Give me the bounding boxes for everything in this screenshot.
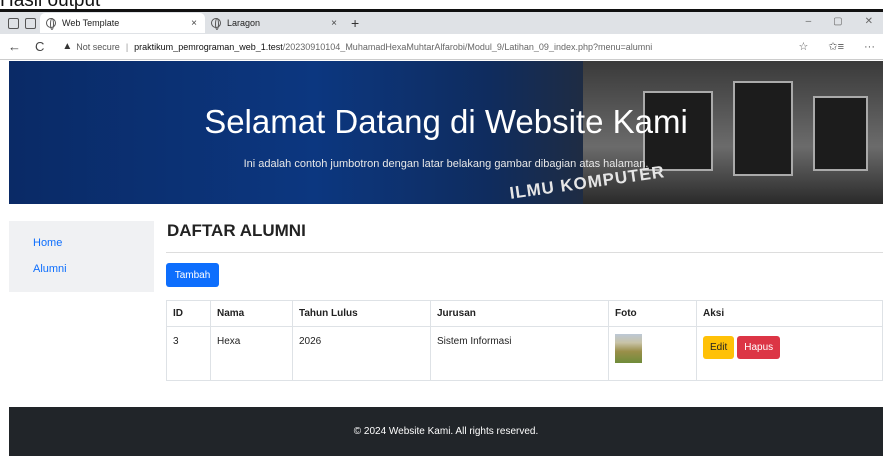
column-header: Aksi [696, 300, 883, 327]
more-icon[interactable]: ··· [864, 41, 875, 53]
cell-jurusan: Sistem Informasi [430, 326, 609, 381]
address-bar: ← C ▲ Not secure | praktikum_pemrograman… [0, 34, 883, 60]
favorites-list-icon[interactable]: ✩≡ [828, 40, 844, 53]
column-header: Foto [608, 300, 697, 327]
column-header: Tahun Lulus [292, 300, 431, 327]
globe-icon [211, 18, 221, 30]
alumni-photo [615, 334, 642, 363]
column-header: Jurusan [430, 300, 609, 327]
page-title: DAFTAR ALUMNI [167, 221, 306, 240]
url-host: praktikum_pemrograman_web_1.test [134, 41, 283, 52]
edit-button[interactable]: Edit [703, 336, 735, 359]
refresh-icon[interactable]: C [35, 39, 44, 54]
table-header-row: ID Nama Tahun Lulus Jurusan Foto Aksi [166, 300, 883, 327]
app-icons [8, 17, 36, 29]
new-tab-button[interactable]: + [351, 15, 359, 31]
favorite-icon[interactable]: ☆ [798, 40, 808, 53]
column-header: ID [166, 300, 211, 327]
profile-icon[interactable] [8, 17, 19, 29]
tab-title: Web Template [62, 18, 120, 28]
divider: | [125, 41, 129, 52]
sidebar: Home Alumni [9, 221, 154, 292]
close-tab-icon[interactable]: × [191, 18, 197, 29]
not-secure-label[interactable]: Not secure [76, 42, 120, 52]
table-row: 3 Hexa 2026 Sistem Informasi Edit Hapus [166, 326, 883, 381]
maximize-icon[interactable]: ▢ [833, 16, 842, 27]
browser-tab-bar: Web Template × Laragon × + – ▢ ✕ [0, 12, 883, 34]
hero-subtitle: Ini adalah contoh jumbotron dengan latar… [243, 158, 649, 170]
cell-aksi: Edit Hapus [696, 326, 883, 381]
tab-laragon[interactable]: Laragon × [205, 13, 345, 33]
close-window-icon[interactable]: ✕ [865, 16, 873, 27]
globe-icon [46, 18, 56, 30]
jumbotron: ILMU KOMPUTER Selamat Datang di Website … [9, 61, 883, 204]
add-button[interactable]: Tambah [166, 263, 219, 287]
hero-title: Selamat Datang di Website Kami [204, 103, 688, 140]
column-header: Nama [210, 300, 293, 327]
cell-id: 3 [166, 326, 211, 381]
sidebar-item-alumni[interactable]: Alumni [33, 263, 67, 275]
delete-button[interactable]: Hapus [737, 336, 781, 359]
tab-actions-icon[interactable] [25, 17, 36, 29]
tab-web-template[interactable]: Web Template × [40, 13, 205, 33]
back-icon[interactable]: ← [8, 39, 21, 54]
alumni-table: ID Nama Tahun Lulus Jurusan Foto Aksi 3 … [166, 300, 883, 381]
url-field[interactable]: praktikum_pemrograman_web_1.test/2023091… [134, 42, 674, 52]
nav-buttons: ← C [8, 39, 44, 54]
cell-foto [608, 326, 697, 381]
footer: © 2024 Website Kami. All rights reserved… [9, 407, 883, 456]
divider [166, 252, 883, 253]
minimize-icon[interactable]: – [806, 16, 812, 27]
toolbar-icons: ☆ ✩≡ ··· [798, 40, 875, 54]
url-path: /20230910104_MuhamadHexaMuhtarAlfarobi/M… [282, 41, 653, 52]
cell-nama: Hexa [210, 326, 293, 381]
warning-icon[interactable]: ▲ [62, 41, 72, 52]
sidebar-item-home[interactable]: Home [33, 237, 62, 249]
window-controls: – ▢ ✕ [806, 16, 873, 27]
cell-tahun: 2026 [292, 326, 431, 381]
close-tab-icon[interactable]: × [331, 18, 337, 29]
footer-text: © 2024 Website Kami. All rights reserved… [353, 426, 539, 437]
tab-title: Laragon [227, 18, 261, 28]
